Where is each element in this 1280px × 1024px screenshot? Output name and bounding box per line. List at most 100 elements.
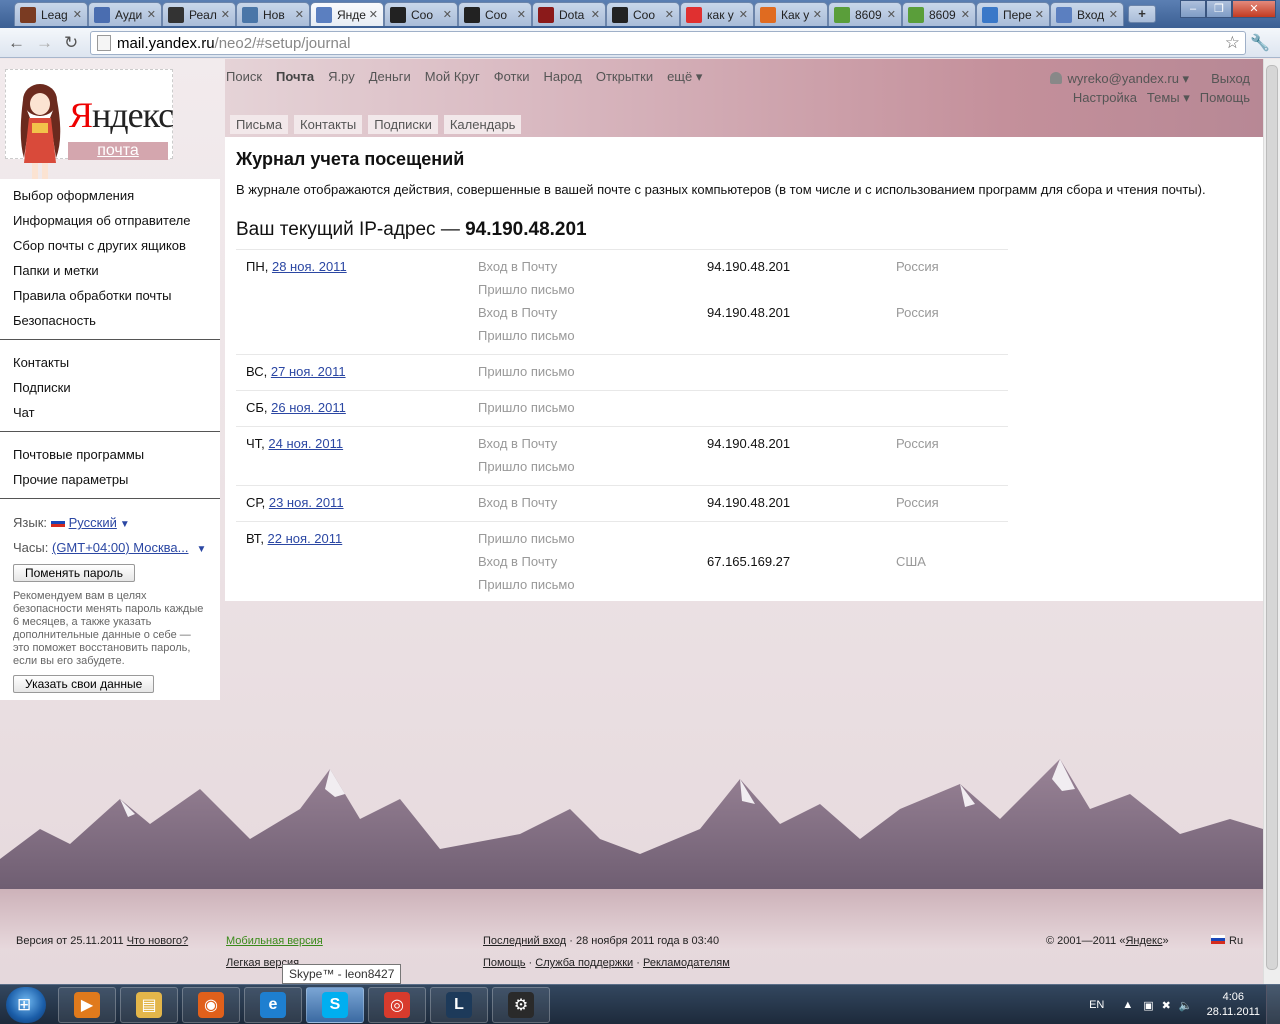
- sidebar-item[interactable]: Папки и метки: [13, 258, 220, 283]
- chevron-down-icon[interactable]: ▼: [196, 544, 206, 555]
- language-select[interactable]: Русский: [69, 515, 117, 530]
- browser-tab[interactable]: как у ✕: [680, 2, 754, 26]
- taskbar-skype[interactable]: S: [306, 987, 364, 1023]
- browser-tab[interactable]: Янде ✕: [310, 2, 384, 26]
- browser-tab[interactable]: Реал ✕: [162, 2, 236, 26]
- maximize-button[interactable]: ❐: [1206, 0, 1232, 18]
- taskbar-explorer[interactable]: ▤: [120, 987, 178, 1023]
- journal-date-link[interactable]: 27 ноя. 2011: [271, 364, 346, 379]
- clock[interactable]: 4:06 28.11.2011: [1207, 990, 1260, 1020]
- themes-menu[interactable]: Темы ▾: [1147, 90, 1190, 105]
- footer-lang[interactable]: Ru: [1229, 935, 1243, 947]
- reload-icon[interactable]: ↻: [64, 33, 78, 53]
- journal-date-link[interactable]: 28 ноя. 2011: [272, 259, 347, 274]
- sidebar-item[interactable]: Прочие параметры: [13, 467, 220, 492]
- close-icon[interactable]: ✕: [739, 8, 748, 21]
- sidebar-item[interactable]: Безопасность: [13, 308, 220, 333]
- journal-date-link[interactable]: 23 ноя. 2011: [269, 495, 344, 510]
- sidebar-item[interactable]: Подписки: [13, 375, 220, 400]
- browser-tab[interactable]: Coo ✕: [384, 2, 458, 26]
- bookmark-star-icon[interactable]: ☆: [1225, 33, 1240, 53]
- browser-tab[interactable]: Coo ✕: [606, 2, 680, 26]
- close-icon[interactable]: ✕: [443, 8, 452, 21]
- service-link[interactable]: Фотки: [494, 69, 530, 85]
- volume-icon[interactable]: 🔈: [1179, 999, 1193, 1012]
- taskbar-league-of-legends[interactable]: L: [430, 987, 488, 1023]
- close-icon[interactable]: ✕: [517, 8, 526, 21]
- sidebar-item[interactable]: Сбор почты с других ящиков: [13, 233, 220, 258]
- change-password-button[interactable]: Поменять пароль: [13, 564, 135, 582]
- sidebar-item[interactable]: Выбор оформления: [13, 183, 220, 208]
- browser-tab[interactable]: 8609 ✕: [902, 2, 976, 26]
- support-link[interactable]: Служба поддержки: [535, 957, 633, 969]
- network-icon[interactable]: ▣: [1143, 999, 1153, 1012]
- browser-tab[interactable]: Нов ✕: [236, 2, 310, 26]
- new-tab-button[interactable]: +: [1128, 5, 1156, 23]
- sidebar-item[interactable]: Чат: [13, 400, 220, 425]
- chevron-down-icon[interactable]: ▼: [120, 519, 130, 530]
- show-desktop-button[interactable]: [1266, 985, 1280, 1024]
- close-icon[interactable]: ✕: [813, 8, 822, 21]
- browser-tab[interactable]: Ауди ✕: [88, 2, 162, 26]
- service-link[interactable]: Почта: [276, 69, 314, 85]
- taskbar-firefox[interactable]: ◉: [182, 987, 240, 1023]
- service-link[interactable]: ещё ▾: [667, 69, 702, 85]
- subtab[interactable]: Календарь: [443, 115, 522, 134]
- sidebar-item[interactable]: Информация об отправителе: [13, 208, 220, 233]
- subtab[interactable]: Контакты: [294, 115, 363, 134]
- browser-tab[interactable]: Вход ✕: [1050, 2, 1124, 26]
- service-link[interactable]: Я.ру: [328, 69, 355, 85]
- page-scrollbar[interactable]: [1263, 59, 1280, 984]
- subtab[interactable]: Письма: [230, 115, 289, 134]
- subtab[interactable]: Подписки: [368, 115, 438, 134]
- start-button[interactable]: ⊞: [6, 987, 46, 1023]
- help-link[interactable]: Помощь: [1200, 90, 1250, 105]
- close-icon[interactable]: ✕: [295, 8, 304, 21]
- browser-tab[interactable]: Пере ✕: [976, 2, 1050, 26]
- tray-arrow-icon[interactable]: ▲: [1122, 999, 1133, 1011]
- window-close-button[interactable]: ✕: [1232, 0, 1276, 18]
- browser-tab[interactable]: Как у ✕: [754, 2, 828, 26]
- minimize-button[interactable]: –: [1180, 0, 1206, 18]
- close-icon[interactable]: ✕: [73, 8, 82, 21]
- yandex-link[interactable]: Яндекс: [1125, 935, 1162, 947]
- logout-link[interactable]: Выход: [1211, 71, 1250, 86]
- mail-logo-label[interactable]: почта: [68, 142, 168, 160]
- journal-date-link[interactable]: 26 ноя. 2011: [271, 400, 346, 415]
- scrollbar-thumb[interactable]: [1266, 65, 1278, 970]
- whats-new-link[interactable]: Что нового?: [127, 935, 188, 947]
- close-icon[interactable]: ✕: [147, 8, 156, 21]
- taskbar-steam[interactable]: ⚙: [492, 987, 550, 1023]
- close-icon[interactable]: ✕: [961, 8, 970, 21]
- mobile-version-link[interactable]: Мобильная версия: [226, 935, 323, 947]
- close-icon[interactable]: ✕: [369, 8, 378, 21]
- service-link[interactable]: Открытки: [596, 69, 653, 85]
- wrench-menu-icon[interactable]: 🔧: [1250, 33, 1270, 53]
- close-icon[interactable]: ✕: [591, 8, 600, 21]
- sidebar-item[interactable]: Почтовые программы: [13, 442, 220, 467]
- service-link[interactable]: Мой Круг: [425, 69, 480, 85]
- close-icon[interactable]: ✕: [1035, 8, 1044, 21]
- taskbar-chrome[interactable]: ◎: [368, 987, 426, 1023]
- service-link[interactable]: Народ: [543, 69, 581, 85]
- back-icon[interactable]: ←: [8, 33, 25, 53]
- close-icon[interactable]: ✕: [665, 8, 674, 21]
- taskbar-internet-explorer[interactable]: e: [244, 987, 302, 1023]
- sidebar-item[interactable]: Правила обработки почты: [13, 283, 220, 308]
- input-language[interactable]: EN: [1089, 999, 1104, 1011]
- service-link[interactable]: Поиск: [226, 69, 262, 85]
- browser-tab[interactable]: Leag ✕: [14, 2, 88, 26]
- sidebar-item[interactable]: Контакты: [13, 350, 220, 375]
- taskbar-media-player[interactable]: ▶: [58, 987, 116, 1023]
- settings-link[interactable]: Настройка: [1073, 90, 1137, 105]
- forward-icon[interactable]: →: [36, 33, 53, 53]
- close-icon[interactable]: ✕: [887, 8, 896, 21]
- journal-date-link[interactable]: 22 ноя. 2011: [268, 531, 343, 546]
- address-bar[interactable]: mail.yandex.ru/neo2/#setup/journal ☆: [90, 31, 1246, 55]
- battery-icon[interactable]: ✖: [1162, 999, 1171, 1012]
- browser-tab[interactable]: 8609 ✕: [828, 2, 902, 26]
- logo[interactable]: Яндекс почта: [5, 69, 174, 192]
- specify-data-button[interactable]: Указать свои данные: [13, 675, 155, 693]
- service-link[interactable]: Деньги: [369, 69, 411, 85]
- footer-help-link[interactable]: Помощь: [483, 957, 526, 969]
